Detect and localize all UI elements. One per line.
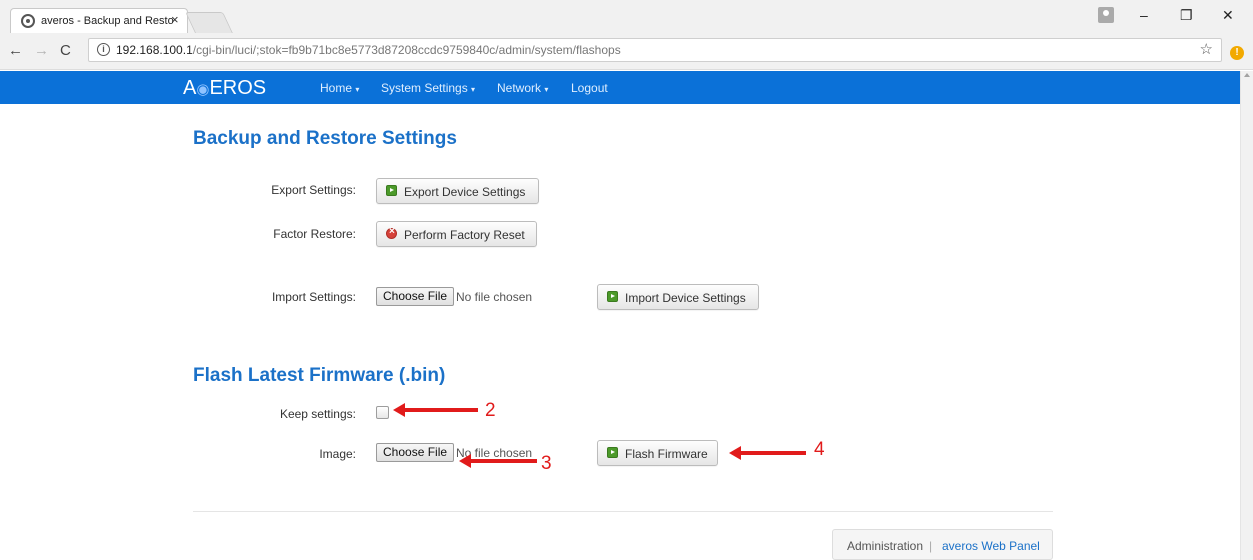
browser-tabstrip: averos - Backup and Resto × – ❐ ✕ [0, 0, 1253, 33]
keep-settings-checkbox[interactable] [376, 406, 389, 419]
flash-section-title: Flash Latest Firmware (.bin) [193, 365, 446, 386]
web-panel-link[interactable]: averos Web Panel [942, 539, 1040, 553]
browser-tab[interactable]: averos - Backup and Resto × [10, 8, 188, 33]
nav-home[interactable]: Home ▾ [320, 81, 359, 95]
footer-divider [193, 511, 1053, 512]
tab-title: averos - Backup and Resto [41, 15, 174, 27]
import-file-status: No file chosen [456, 290, 533, 304]
chevron-down-icon: ▾ [355, 85, 360, 94]
play-icon [607, 291, 618, 302]
chevron-down-icon: ▾ [471, 85, 476, 94]
export-settings-label: Export Settings: [271, 183, 356, 197]
minimize-icon[interactable]: – [1140, 7, 1148, 23]
keep-settings-label: Keep settings: [279, 407, 356, 421]
factory-restore-label: Factor Restore: [273, 227, 356, 241]
close-window-icon[interactable]: ✕ [1222, 7, 1234, 24]
annotation-arrow-2 [393, 403, 478, 417]
restore-window-icon[interactable]: ❐ [1180, 7, 1193, 24]
administration-link[interactable]: Administration [847, 539, 923, 553]
flash-firmware-button[interactable]: Flash Firmware [597, 440, 718, 466]
bookmark-star-icon[interactable]: ☆ [1200, 40, 1213, 58]
site-info-icon[interactable]: i [97, 43, 110, 56]
perform-factory-reset-button[interactable]: Perform Factory Reset [376, 221, 537, 247]
forward-arrow-icon[interactable]: → [34, 42, 49, 59]
scroll-up-icon[interactable] [1244, 73, 1250, 77]
backup-section-title: Backup and Restore Settings [193, 128, 457, 149]
top-navbar: A◉EROS Home ▾ System Settings ▾ Network … [0, 71, 1253, 104]
annotation-label-4: 4 [814, 439, 825, 460]
footer-panel: Administration | averos Web Panel [832, 529, 1053, 560]
annotation-label-3: 3 [541, 453, 552, 474]
page-scrollbar[interactable] [1240, 71, 1253, 560]
import-settings-label: Import Settings: [271, 290, 356, 304]
profile-icon[interactable] [1098, 7, 1114, 23]
nav-logout[interactable]: Logout [571, 81, 608, 95]
new-tab-button[interactable] [185, 12, 233, 33]
reload-icon[interactable]: C [60, 42, 71, 59]
annotation-arrow-3 [459, 454, 537, 468]
nav-system-settings[interactable]: System Settings ▾ [381, 81, 475, 95]
nav-network[interactable]: Network ▾ [497, 81, 548, 95]
image-label: Image: [319, 447, 356, 461]
back-arrow-icon[interactable]: ← [8, 42, 23, 59]
site-favicon-icon [21, 14, 35, 28]
play-icon [607, 447, 618, 458]
url-text: 192.168.100.1/cgi-bin/luci/;stok=fb9b71b… [116, 43, 621, 57]
footer-separator: | [929, 539, 933, 553]
extension-warning-icon[interactable]: ! [1230, 46, 1244, 60]
browser-toolbar: ← → C i 192.168.100.1/cgi-bin/luci/;stok… [0, 33, 1253, 70]
import-choose-file-button[interactable]: Choose File [376, 287, 455, 306]
annotation-arrow-4 [729, 446, 806, 460]
wifi-icon: ◉ [196, 81, 210, 98]
tab-close-icon[interactable]: × [171, 12, 179, 27]
image-choose-file-button[interactable]: Choose File [376, 443, 455, 462]
import-device-settings-button[interactable]: Import Device Settings [597, 284, 759, 310]
play-icon [386, 185, 397, 196]
cancel-icon [386, 226, 397, 239]
annotation-label-2: 2 [485, 400, 496, 421]
chevron-down-icon: ▾ [544, 85, 549, 94]
brand-logo[interactable]: A◉EROS [183, 77, 266, 100]
export-device-settings-button[interactable]: Export Device Settings [376, 178, 539, 204]
address-bar[interactable]: i 192.168.100.1/cgi-bin/luci/;stok=fb9b7… [88, 38, 1222, 62]
